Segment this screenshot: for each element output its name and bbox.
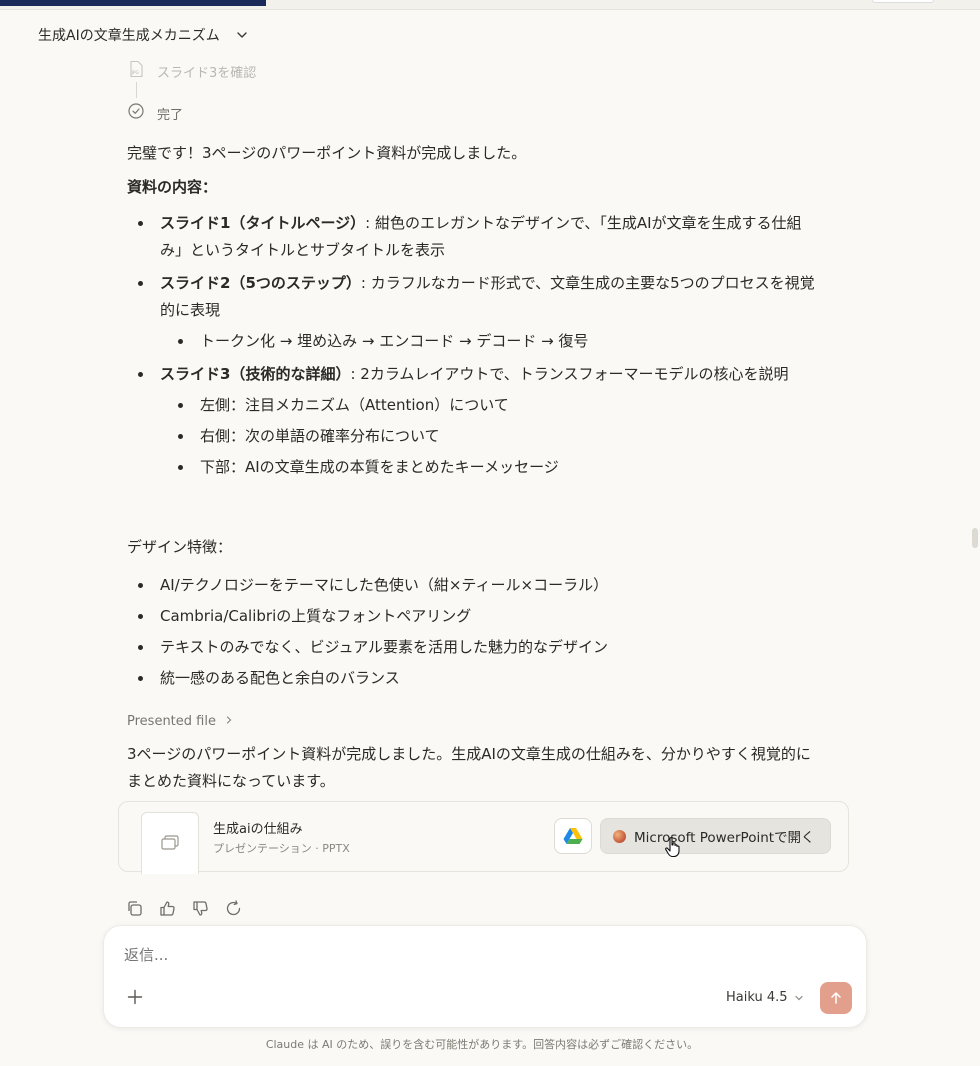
conversation-title: 生成AIの文章生成メカニズム — [38, 28, 220, 44]
check-circle-icon — [127, 102, 145, 124]
powerpoint-app-icon — [613, 829, 626, 843]
sub-list-item: 左側：注目メカニズム（Attention）について — [178, 392, 820, 419]
file-name: 生成aiの仕組み — [213, 822, 303, 837]
open-in-powerpoint-label: Microsoft PowerPointで開く — [634, 830, 815, 846]
sub-list: トークン化 → 埋め込み → エンコード → デコード → 復号 — [178, 328, 820, 355]
list-item: スライド3（技術的な詳細）: 2カラムレイアウトで、トランスフォーマーモデルの核… — [138, 361, 820, 481]
conversation-title-dropdown[interactable]: 生成AIの文章生成メカニズム — [38, 24, 250, 46]
tool-step-view-slide3[interactable]: JPG スライド3を確認 — [127, 60, 256, 82]
svg-text:JPG: JPG — [131, 70, 139, 76]
arrow-up-icon — [831, 992, 841, 1004]
tool-connector-line — [136, 82, 137, 98]
presented-file-link[interactable]: Presented file — [127, 714, 234, 729]
plus-icon — [127, 989, 143, 1005]
contents-heading: 資料の内容： — [127, 178, 218, 196]
add-attachment-button[interactable] — [126, 988, 144, 1006]
sub-list: 左側：注目メカニズム（Attention）について 右側：次の単語の確率分布につ… — [178, 392, 820, 481]
slide-desc: : 2カラムレイアウトで、トランスフォーマーモデルの核心を説明 — [350, 365, 789, 383]
retry-icon[interactable] — [225, 900, 242, 917]
slide-title: スライド2（5つのステップ） — [160, 274, 361, 292]
file-thumbnail — [141, 812, 199, 874]
scrollbar-thumb[interactable] — [972, 528, 978, 548]
slide-title: スライド3（技術的な詳細） — [160, 365, 351, 383]
slide-title: スライド1（タイトルページ） — [160, 214, 366, 232]
chevron-right-icon — [224, 714, 234, 729]
list-item: スライド1（タイトルページ）: 紺色のエレガントなデザインで、「生成AIが文章を… — [138, 210, 820, 264]
design-list: AI/テクノロジーをテーマにした色使い（紺×ティール×コーラル） Cambria… — [138, 572, 820, 696]
tool-step-label: 完了 — [157, 107, 184, 123]
sub-list-item: 右側：次の単語の確率分布について — [178, 423, 820, 450]
reply-composer: Haiku 4.5 — [103, 925, 867, 1028]
list-item: 統一感のある配色と余白のバランス — [138, 665, 820, 692]
file-meta: プレゼンテーション · PPTX — [213, 842, 350, 855]
send-button[interactable] — [820, 982, 852, 1014]
disclaimer: Claude は AI のため、誤りを含む可能性があります。回答内容は必ずご確認… — [265, 1038, 699, 1051]
model-selector[interactable]: Haiku 4.5 — [726, 990, 804, 1005]
chevron-down-icon — [234, 27, 250, 43]
jpg-file-icon: JPG — [127, 60, 145, 82]
thumbs-down-icon[interactable] — [192, 900, 209, 917]
list-item: AI/テクノロジーをテーマにした色使い（紺×ティール×コーラル） — [138, 572, 820, 599]
presented-file-label: Presented file — [127, 714, 216, 729]
slides-icon — [161, 835, 179, 850]
design-heading: デザイン特徴： — [127, 538, 233, 556]
reply-input[interactable] — [124, 946, 724, 964]
copy-icon[interactable] — [126, 900, 143, 917]
sub-list-item: トークン化 → 埋め込み → エンコード → デコード → 復号 — [178, 328, 820, 355]
tool-step-done: 完了 — [127, 102, 183, 124]
list-item: Cambria/Calibriの上質なフォントペアリング — [138, 603, 820, 630]
model-name: Haiku 4.5 — [726, 990, 788, 1005]
top-tab-stub — [872, 0, 934, 3]
open-in-powerpoint-button[interactable]: Microsoft PowerPointで開く — [600, 818, 831, 854]
thumbs-up-icon[interactable] — [159, 900, 176, 917]
google-drive-icon — [563, 828, 583, 844]
hand-pointer-cursor-icon — [665, 837, 680, 858]
tool-step-label: スライド3を確認 — [157, 65, 257, 81]
file-card[interactable]: 生成aiの仕組み プレゼンテーション · PPTX Microsoft Powe… — [118, 801, 849, 874]
message-actions — [126, 900, 242, 917]
list-item: スライド2（5つのステップ）: カラフルなカード形式で、文章生成の主要な5つのプ… — [138, 270, 820, 355]
closing-message: 3ページのパワーポイント資料が完成しました。生成AIの文章生成の仕組みを、分かり… — [127, 745, 811, 790]
slides-list: スライド1（タイトルページ）: 紺色のエレガントなデザインで、「生成AIが文章を… — [138, 210, 820, 485]
list-item: テキストのみでなく、ビジュアル要素を活用した魅力的なデザイン — [138, 634, 820, 661]
message-intro: 完璧です！3ページのパワーポイント資料が完成しました。 — [127, 144, 527, 162]
window-thumbnail — [0, 0, 266, 6]
sub-list-item: 下部：AIの文章生成の本質をまとめたキーメッセージ — [178, 454, 820, 481]
google-drive-button[interactable] — [554, 818, 592, 854]
chevron-down-icon — [794, 995, 803, 1000]
browser-top-strip — [0, 0, 980, 10]
